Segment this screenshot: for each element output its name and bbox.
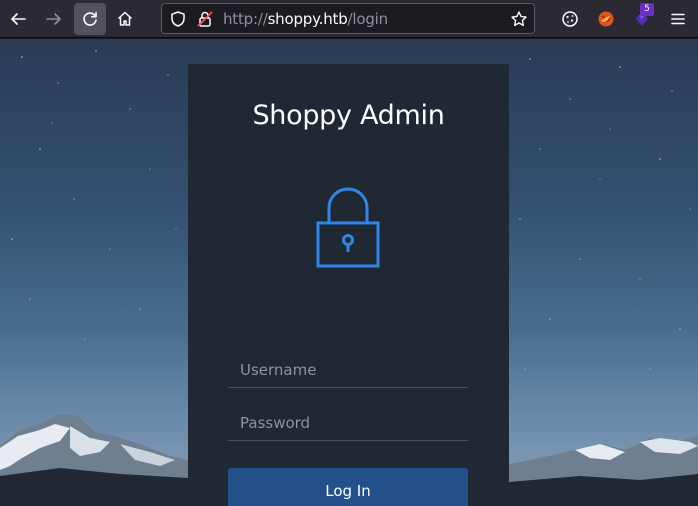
star-icon[interactable] [510,10,528,28]
cookie-extension-button[interactable] [554,3,586,35]
page-title: Shoppy Admin [252,100,445,131]
extension-button[interactable] [590,3,622,35]
extension-fox-icon [598,11,614,27]
lock-icon [316,187,380,268]
arrow-left-icon [11,13,26,25]
hamburger-menu-icon [671,13,685,25]
login-card: Shoppy Admin Log In [188,64,509,506]
username-input[interactable] [228,352,468,388]
reload-icon [83,11,97,26]
insecure-lock-icon[interactable] [196,10,214,28]
login-button[interactable]: Log In [228,468,468,506]
menu-button[interactable] [662,3,694,35]
page-viewport: Shoppy Admin Log In [0,39,698,506]
home-button[interactable] [109,3,141,35]
browser-toolbar: http://shoppy.htb/login 5 [0,0,698,38]
forward-button[interactable] [38,3,70,35]
address-bar[interactable]: http://shoppy.htb/login [161,3,535,34]
reload-button[interactable] [74,3,106,35]
url-scheme: http:// [223,10,268,28]
extension-badge: 5 [640,3,654,16]
password-input[interactable] [228,405,468,441]
cookie-icon [562,11,578,27]
url-host: shoppy.htb [267,10,348,28]
shield-icon[interactable] [169,10,187,28]
url-text: http://shoppy.htb/login [223,10,388,28]
arrow-right-icon [46,13,61,25]
url-path: /login [347,10,389,28]
home-icon [117,11,133,26]
back-button[interactable] [2,3,34,35]
